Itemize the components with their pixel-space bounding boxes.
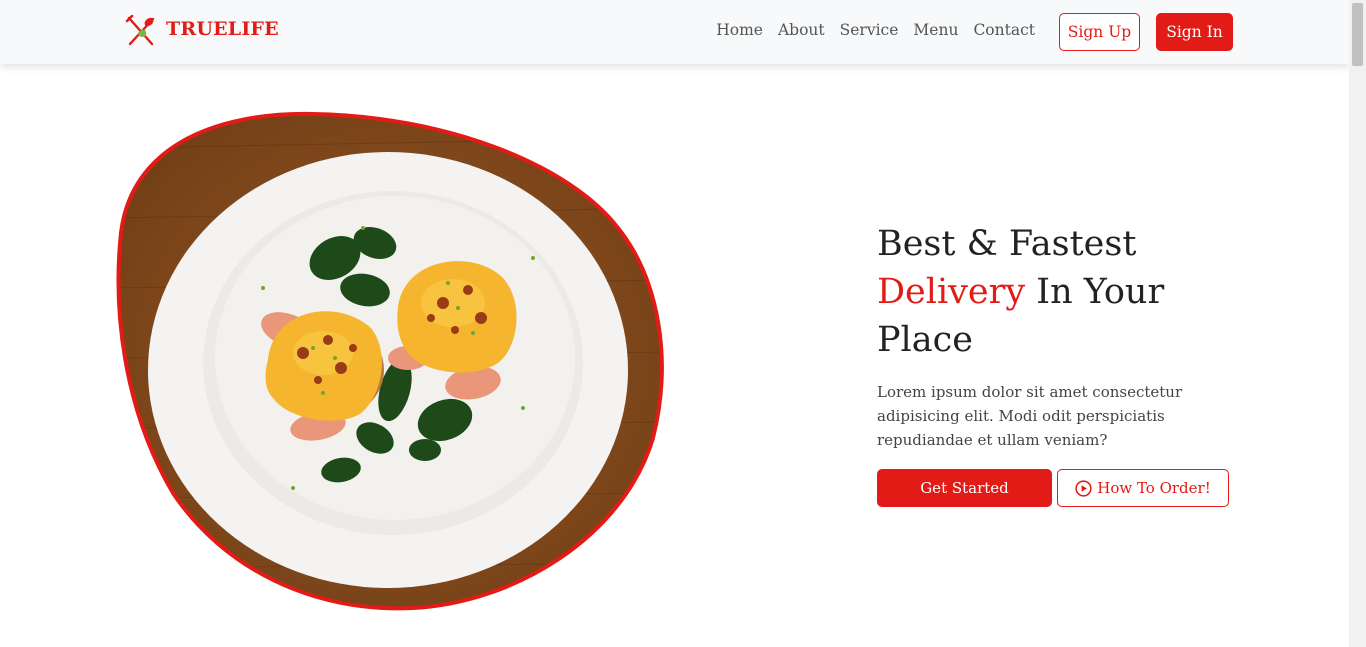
fork-spoon-icon [125, 14, 155, 46]
hero-title-rest: In Your [1025, 272, 1165, 312]
nav-link-about[interactable]: About [778, 21, 825, 39]
scrollbar-thumb[interactable] [1352, 3, 1363, 66]
eggs-benedict-plate-image [116, 111, 664, 611]
sign-up-button[interactable]: Sign Up [1059, 13, 1140, 51]
nav-link-menu[interactable]: Menu [913, 21, 958, 39]
hero-title-line1: Best & Fastest [877, 224, 1137, 264]
nav-links: Home About Service Menu Contact [716, 21, 1035, 39]
navbar: TRUELIFE Home About Service Menu Contact… [0, 0, 1349, 64]
hero-text: Best & Fastest Delivery In Your Place Lo… [877, 220, 1237, 507]
hero-title-accent: Delivery [877, 272, 1026, 312]
nav-link-service[interactable]: Service [840, 21, 899, 39]
how-to-order-button[interactable]: How To Order! [1057, 469, 1229, 507]
scrollbar[interactable] [1349, 0, 1366, 647]
hero-title-line3: Place [877, 320, 973, 360]
hero-buttons: Get Started How To Order! [877, 469, 1237, 507]
play-circle-icon [1075, 479, 1092, 497]
brand[interactable]: TRUELIFE [124, 14, 279, 48]
hero-description: Lorem ipsum dolor sit amet consectetur a… [877, 383, 1183, 449]
get-started-button[interactable]: Get Started [877, 469, 1052, 507]
nav-link-home[interactable]: Home [716, 21, 763, 39]
how-to-order-label: How To Order! [1097, 479, 1211, 497]
nav-link-contact[interactable]: Contact [973, 21, 1035, 39]
sign-in-button[interactable]: Sign In [1156, 13, 1233, 51]
hero-title: Best & Fastest Delivery In Your Place [877, 220, 1237, 364]
brand-name: TRUELIFE [166, 18, 279, 40]
